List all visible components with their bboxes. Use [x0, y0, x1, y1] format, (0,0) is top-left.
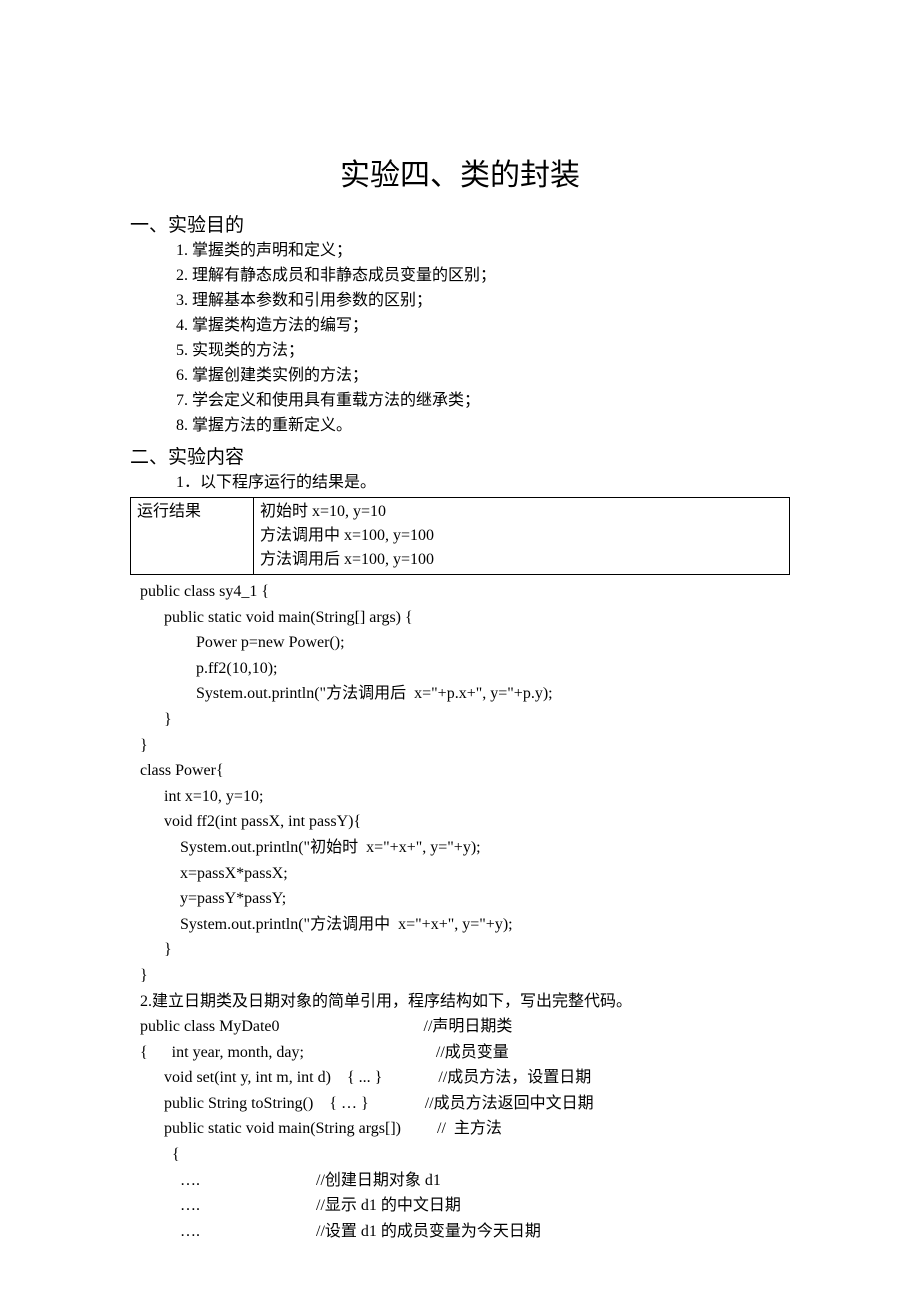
code-cjk: 显示 — [325, 1197, 357, 1214]
code-line: void ff2(int passX, int passY){ — [140, 813, 361, 830]
code-cjk: 创建日期对象 — [325, 1172, 421, 1189]
code-line: p.ff2(10,10); — [140, 660, 277, 677]
code-line: public class sy4_1 { — [140, 583, 269, 600]
purpose-item: 3. 理解基本参数和引用参数的区别； — [176, 289, 790, 313]
code-cjk: 声明日期类 — [432, 1018, 512, 1035]
code-block-1: public class sy4_1 { public static void … — [140, 579, 790, 989]
code-line: y=passY*passY; — [140, 890, 286, 907]
code-cjk: 方法调用后 — [326, 685, 406, 702]
document-page: 实验四、类的封装 一、实验目的 1. 掌握类的声明和定义； 2. 理解有静态成员… — [0, 0, 920, 1294]
code-line: d1 — [357, 1223, 381, 1240]
code-line: } — [140, 711, 172, 728]
code-line: x="+x+", y="+y); — [390, 916, 512, 933]
purpose-item: 5. 实现类的方法； — [176, 339, 790, 363]
code-line: public static void main(String[] args) { — [140, 609, 413, 626]
purpose-item: 6. 掌握创建类实例的方法； — [176, 364, 790, 388]
code-cjk: 成员方法，设置日期 — [447, 1069, 591, 1086]
code-cjk: 成员方法返回中文日期 — [434, 1095, 594, 1112]
code-line: } — [140, 967, 148, 984]
code-line: { — [140, 1146, 180, 1163]
purpose-item: 7. 学会定义和使用具有重载方法的继承类； — [176, 389, 790, 413]
code-cjk: 主方法 — [454, 1120, 502, 1137]
purpose-item: 4. 掌握类构造方法的编写； — [176, 314, 790, 338]
section-purpose-heading: 一、实验目的 — [130, 210, 790, 237]
purpose-item: 1. 掌握类的声明和定义； — [176, 239, 790, 263]
result-line: 方法调用中 x=100, y=100 — [260, 524, 783, 548]
code-line: int x=10, y=10; — [140, 788, 263, 805]
code-line: void set(int y, int m, int d) { ... } // — [140, 1069, 447, 1086]
result-line: 初始时 x=10, y=10 — [260, 500, 783, 524]
code-cjk: 方法调用中 — [310, 916, 390, 933]
code-cjk: 的中文日期 — [381, 1197, 461, 1214]
code-line: x="+p.x+", y="+p.y); — [406, 685, 552, 702]
code-line: class Power{ — [140, 762, 224, 779]
code-cjk: 成员变量 — [445, 1044, 509, 1061]
content-item-1: 1．以下程序运行的结果是。 — [176, 471, 790, 495]
code-block-2: public class MyDate0 //声明日期类 { int year,… — [140, 1014, 790, 1244]
run-result-table: 运行结果 初始时 x=10, y=10 方法调用中 x=100, y=100 方… — [130, 497, 790, 575]
result-line: 方法调用后 x=100, y=100 — [260, 548, 783, 572]
code-line: public class MyDate0 // — [140, 1018, 432, 1035]
code-line: } — [140, 737, 148, 754]
code-cjk: 的成员变量为今天日期 — [381, 1223, 541, 1240]
code-line: System.out.println(" — [140, 916, 310, 933]
code-line: } — [140, 941, 172, 958]
code-line: x=passX*passX; — [140, 865, 288, 882]
code-line: …. // — [140, 1172, 325, 1189]
code-line: x="+x+", y="+y); — [358, 839, 480, 856]
code-cjk: 设置 — [325, 1223, 357, 1240]
purpose-item: 2. 理解有静态成员和非静态成员变量的区别； — [176, 264, 790, 288]
result-value-cell: 初始时 x=10, y=10 方法调用中 x=100, y=100 方法调用后 … — [254, 498, 790, 575]
purpose-item: 8. 掌握方法的重新定义。 — [176, 414, 790, 438]
code-line: Power p=new Power(); — [140, 634, 345, 651]
code-line: public static void main(String args[]) /… — [140, 1120, 454, 1137]
code-line: d1 — [357, 1197, 381, 1214]
section-content-heading: 二、实验内容 — [130, 442, 790, 469]
code-line: …. // — [140, 1223, 325, 1240]
content-item-2: 2.建立日期类及日期对象的简单引用，程序结构如下，写出完整代码。 — [140, 989, 790, 1015]
code-cjk: 初始时 — [310, 839, 358, 856]
code-line: public String toString() { … } // — [140, 1095, 434, 1112]
code-line: System.out.println(" — [140, 839, 310, 856]
code-line: …. // — [140, 1197, 325, 1214]
code-line: System.out.println(" — [140, 685, 326, 702]
code-line: d1 — [421, 1172, 441, 1189]
code-line: { int year, month, day; // — [140, 1044, 445, 1061]
document-title: 实验四、类的封装 — [130, 150, 790, 194]
result-label-cell: 运行结果 — [131, 498, 254, 575]
